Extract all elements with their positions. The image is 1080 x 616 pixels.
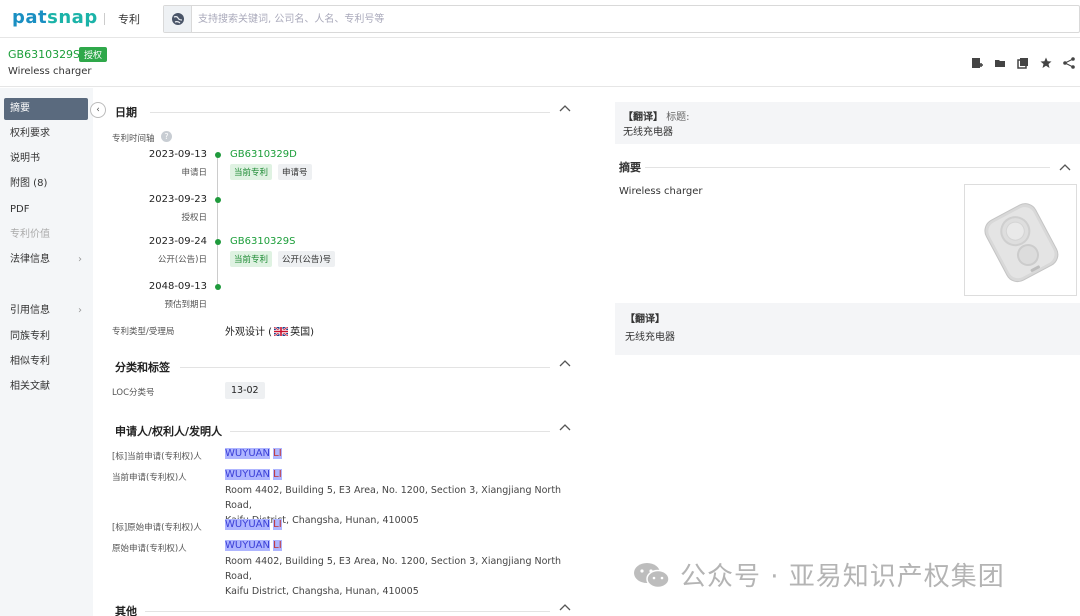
translated-title: 无线充电器: [623, 127, 673, 138]
product-nav-patent[interactable]: 专利: [118, 11, 140, 27]
timeline-dot: [215, 152, 221, 158]
patent-type-value: 外观设计 (英国): [225, 327, 314, 338]
sidebar-item-similar[interactable]: 相似专利: [4, 351, 88, 373]
event-label: 申请日: [181, 168, 207, 178]
translated-abstract-heading: 【翻译】: [625, 314, 665, 325]
help-icon[interactable]: ?: [161, 131, 172, 142]
sidebar-item-description[interactable]: 说明书: [4, 148, 88, 170]
patent-title: Wireless charger: [8, 66, 92, 77]
divider: [645, 167, 1050, 168]
sidebar-item-related-docs[interactable]: 相关文献: [4, 376, 88, 398]
event-date: 2023-09-13: [148, 149, 207, 160]
status-badge: 授权: [79, 47, 108, 62]
toolbar: [970, 56, 1076, 70]
application-number-link[interactable]: GB6310329D: [230, 149, 297, 160]
applicant-name-link[interactable]: WUYUAN LI: [225, 540, 282, 551]
star-icon[interactable]: [1039, 56, 1053, 70]
translated-title-heading: 【翻译】 标题:: [623, 112, 690, 123]
applicant-address: Room 4402, Building 5, E3 Area, No. 1200…: [225, 556, 562, 597]
applicant-label: [标]原始申请(专利权)人: [112, 523, 202, 533]
search-input[interactable]: [198, 10, 1058, 28]
share-icon[interactable]: [1062, 56, 1076, 70]
patsnap-logo[interactable]: patsnap: [12, 7, 98, 28]
drawing-thumbnail[interactable]: [964, 184, 1077, 296]
divider: [230, 431, 550, 432]
patent-header: GB6310329S 授权 Wireless charger: [0, 39, 1080, 87]
sidebar-item-legal-info[interactable]: 法律信息 ›: [4, 249, 88, 271]
add-note-icon[interactable]: [970, 56, 984, 70]
right-panel: 【翻译】 标题: 无线充电器 摘要 Wireless charger 【翻译】 …: [615, 88, 1080, 616]
timeline-dot: [215, 284, 221, 290]
divider: [145, 611, 550, 612]
event-date: 2023-09-23: [148, 194, 207, 205]
event-date: 2023-09-24: [148, 236, 207, 247]
section-title-applicants: 申请人/权利人/发明人: [115, 425, 223, 438]
chevron-up-icon[interactable]: [559, 423, 571, 434]
publication-number-link[interactable]: GB6310329S: [230, 236, 296, 247]
sidebar-item-family[interactable]: 同族专利: [4, 326, 88, 348]
application-number-tag: 申请号: [278, 164, 312, 180]
event-label: 预估到期日: [164, 300, 207, 310]
sidebar-item-abstract[interactable]: 摘要: [4, 98, 88, 120]
wechat-icon: [634, 562, 670, 588]
current-patent-tag: 当前专利: [230, 164, 273, 180]
search-box[interactable]: [163, 5, 1080, 33]
translated-abstract: 无线充电器: [625, 332, 675, 343]
abstract-text: Wireless charger: [619, 186, 703, 197]
applicant-label: 当前申请(专利权)人: [112, 473, 187, 483]
section-title-classification: 分类和标签: [115, 361, 170, 374]
event-date: 2048-09-13: [148, 281, 207, 292]
divider: [180, 367, 550, 368]
chevron-right-icon: ›: [78, 254, 82, 265]
section-title-dates: 日期: [115, 106, 137, 119]
divider: [150, 112, 550, 113]
sidebar: 摘要 权利要求 说明书 附图 (8) PDF 专利价值 法律信息 › 引用信息 › …: [0, 88, 93, 616]
top-bar: patsnap 专利: [0, 0, 1080, 38]
applicant-name-link[interactable]: WUYUAN LI: [225, 448, 282, 459]
globe-icon[interactable]: [164, 6, 192, 32]
chevron-up-icon[interactable]: [1059, 161, 1071, 174]
folder-icon[interactable]: [993, 56, 1007, 70]
timeline-line: [217, 155, 218, 287]
applicant-name-link[interactable]: WUYUAN LI: [225, 469, 282, 480]
timeline-dot: [215, 239, 221, 245]
sidebar-item-citations[interactable]: 引用信息 ›: [4, 300, 88, 322]
abstract-title: 摘要: [619, 161, 641, 174]
publication-number-tag: 公开(公告)号: [278, 251, 336, 267]
chevron-up-icon[interactable]: [559, 359, 571, 370]
event-label: 授权日: [181, 213, 207, 223]
section-title-other: 其他: [115, 605, 137, 616]
main-content: 日期 专利时间轴 ? 2023-09-13 申请日 GB6310329D 当前专…: [100, 88, 590, 616]
divider: [104, 13, 105, 25]
wechat-watermark: 公众号 · 亚易知识产权集团: [632, 556, 1005, 593]
publication-number: GB6310329S: [8, 48, 81, 61]
loc-label: LOC分类号: [112, 388, 155, 398]
copy-icon[interactable]: [1016, 56, 1030, 70]
loc-value[interactable]: 13-02: [225, 382, 265, 399]
timeline-label: 专利时间轴: [112, 134, 155, 144]
uk-flag-icon: [274, 327, 289, 336]
collapse-sidebar-button[interactable]: ‹: [90, 102, 106, 118]
applicant-label: 原始申请(专利权)人: [112, 544, 187, 554]
chevron-right-icon: ›: [78, 305, 82, 316]
sidebar-item-patent-value[interactable]: 专利价值: [4, 224, 88, 246]
translated-abstract-box: 【翻译】 无线充电器: [615, 303, 1080, 355]
wireless-charger-image: [984, 203, 1059, 283]
chevron-up-icon[interactable]: [559, 603, 571, 614]
chevron-up-icon[interactable]: [559, 104, 571, 115]
patent-type-label: 专利类型/受理局: [112, 327, 175, 337]
timeline-dot: [215, 197, 221, 203]
current-patent-tag: 当前专利: [230, 251, 273, 267]
event-label: 公开(公告)日: [157, 255, 207, 265]
applicant-name-link[interactable]: WUYUAN LI: [225, 519, 282, 530]
translated-title-box: 【翻译】 标题: 无线充电器: [615, 102, 1080, 144]
sidebar-item-pdf[interactable]: PDF: [4, 199, 88, 221]
sidebar-item-claims[interactable]: 权利要求: [4, 123, 88, 145]
applicant-label: [标]当前申请(专利权)人: [112, 452, 202, 462]
sidebar-item-drawings[interactable]: 附图 (8): [4, 173, 88, 195]
